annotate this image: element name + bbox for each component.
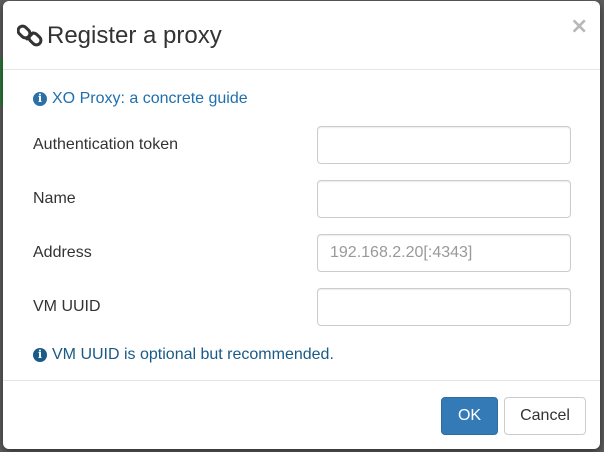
name-input[interactable] <box>317 180 571 218</box>
link-icon <box>16 23 43 49</box>
dialog-body: i XO Proxy: a concrete guide Authenticat… <box>3 70 600 380</box>
vm-uuid-input[interactable] <box>317 288 571 326</box>
info-circle-icon: i <box>33 92 47 106</box>
address-input[interactable] <box>317 234 571 272</box>
form-row-name: Name <box>33 180 571 218</box>
guide-link[interactable]: i XO Proxy: a concrete guide <box>33 89 248 109</box>
register-proxy-dialog: Register a proxy × i XO Proxy: a concret… <box>3 1 600 449</box>
vm-uuid-label: VM UUID <box>33 298 101 315</box>
name-label: Name <box>33 190 76 207</box>
address-label: Address <box>33 244 92 261</box>
guide-link-label: XO Proxy: a concrete guide <box>52 90 248 107</box>
vm-uuid-hint: i VM UUID is optional but recommended. <box>33 345 334 365</box>
dialog-header: Register a proxy × <box>3 1 600 70</box>
close-button[interactable]: × <box>570 15 588 39</box>
dialog-title: Register a proxy <box>47 22 222 49</box>
form-row-auth-token: Authentication token <box>33 126 571 164</box>
info-circle-icon: i <box>33 348 47 362</box>
form-row-vm-uuid: VM UUID <box>33 288 571 326</box>
cancel-button[interactable]: Cancel <box>504 397 586 435</box>
dialog-footer: OK Cancel <box>3 380 600 449</box>
auth-token-label: Authentication token <box>33 136 178 153</box>
ok-button[interactable]: OK <box>441 397 498 435</box>
vm-uuid-hint-text: VM UUID is optional but recommended. <box>52 346 334 363</box>
form-row-address: Address <box>33 234 571 272</box>
auth-token-input[interactable] <box>317 126 571 164</box>
